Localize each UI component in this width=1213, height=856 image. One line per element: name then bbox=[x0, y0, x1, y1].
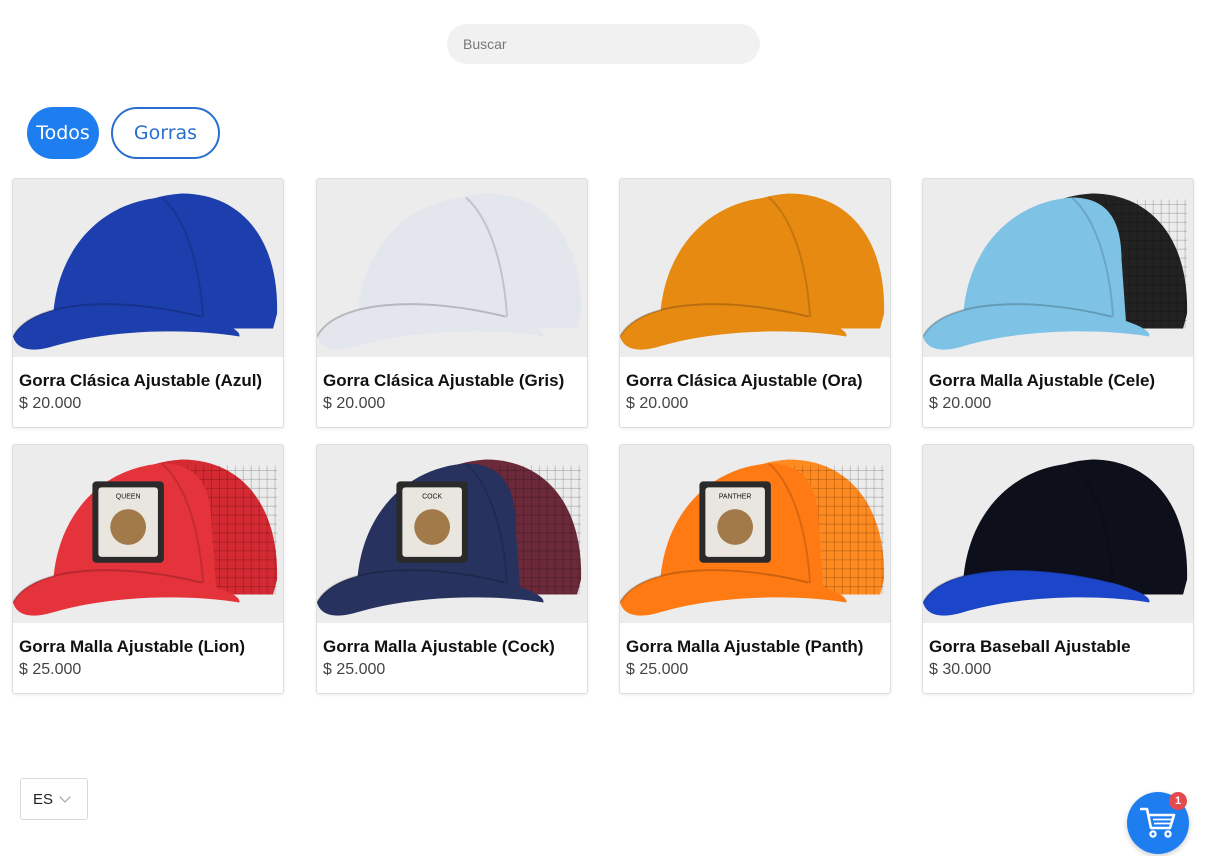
product-card[interactable]: Gorra Clásica Ajustable (Ora) $ 20.000 bbox=[619, 178, 891, 428]
product-name: Gorra Baseball Ajustable bbox=[929, 637, 1131, 656]
product-card[interactable]: Gorra Baseball Ajustable $ 30.000 bbox=[922, 444, 1194, 694]
product-name: Gorra Clásica Ajustable (Gris) bbox=[323, 371, 565, 390]
product-image bbox=[923, 445, 1193, 623]
product-card[interactable]: Gorra Clásica Ajustable (Azul) $ 20.000 bbox=[12, 178, 284, 428]
filter-todos[interactable]: Todos bbox=[27, 107, 99, 159]
cart-count-badge: 1 bbox=[1169, 792, 1187, 810]
patch-label: QUEEN bbox=[116, 493, 141, 500]
product-image bbox=[13, 179, 283, 357]
product-image: COCK bbox=[317, 445, 587, 623]
product-image: QUEEN bbox=[13, 445, 283, 623]
shopping-cart-icon bbox=[1140, 807, 1176, 838]
product-price: $ 20.000 bbox=[19, 395, 82, 412]
product-image bbox=[620, 179, 890, 357]
product-image: PANTHER bbox=[620, 445, 890, 623]
cap-illustration bbox=[923, 459, 1188, 616]
filter-gorras[interactable]: Gorras bbox=[111, 107, 220, 159]
product-card[interactable]: Gorra Malla Ajustable (Cele) $ 20.000 bbox=[922, 178, 1194, 428]
cap-illustration: PANTHER bbox=[620, 459, 885, 616]
patch-label: PANTHER bbox=[719, 493, 752, 500]
cap-illustration bbox=[923, 193, 1188, 350]
product-card[interactable]: COCK Gorra Malla Ajustable (Cock) $ 25.0… bbox=[316, 444, 588, 694]
cap-illustration: COCK bbox=[317, 459, 582, 616]
language-select[interactable]: ES bbox=[20, 778, 88, 820]
product-price: $ 25.000 bbox=[323, 661, 386, 678]
language-value: ES bbox=[33, 790, 54, 808]
cap-illustration bbox=[620, 193, 885, 350]
search-input[interactable] bbox=[447, 24, 760, 64]
product-name: Gorra Clásica Ajustable (Ora) bbox=[626, 371, 863, 390]
product-name: Gorra Malla Ajustable (Panth) bbox=[626, 637, 864, 656]
product-price: $ 25.000 bbox=[19, 661, 82, 678]
patch-label: COCK bbox=[422, 493, 442, 500]
product-card[interactable]: Gorra Clásica Ajustable (Gris) $ 20.000 bbox=[316, 178, 588, 428]
product-price: $ 30.000 bbox=[929, 661, 992, 678]
product-price: $ 25.000 bbox=[626, 661, 689, 678]
product-name: Gorra Malla Ajustable (Cele) bbox=[929, 371, 1156, 390]
cap-illustration bbox=[13, 193, 278, 350]
category-filters: Todos Gorras bbox=[27, 107, 220, 159]
product-price: $ 20.000 bbox=[929, 395, 992, 412]
product-image bbox=[317, 179, 587, 357]
product-image bbox=[923, 179, 1193, 357]
product-name: Gorra Clásica Ajustable (Azul) bbox=[19, 371, 263, 390]
product-price: $ 20.000 bbox=[323, 395, 386, 412]
chevron-down-icon bbox=[59, 791, 71, 803]
cap-illustration bbox=[317, 193, 582, 350]
product-card[interactable]: PANTHER Gorra Malla Ajustable (Panth) $ … bbox=[619, 444, 891, 694]
product-name: Gorra Malla Ajustable (Lion) bbox=[19, 637, 246, 656]
cap-illustration: QUEEN bbox=[13, 459, 278, 616]
product-card[interactable]: QUEEN Gorra Malla Ajustable (Lion) $ 25.… bbox=[12, 444, 284, 694]
product-price: $ 20.000 bbox=[626, 395, 689, 412]
product-name: Gorra Malla Ajustable (Cock) bbox=[323, 637, 555, 656]
